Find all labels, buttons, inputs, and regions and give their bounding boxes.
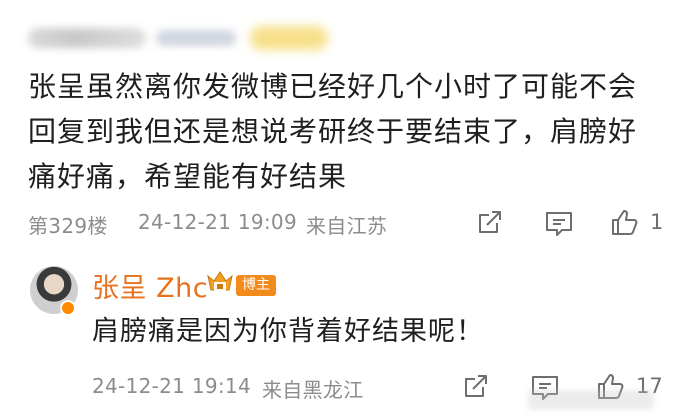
comment-time: 24-12-21 19:09: [138, 210, 297, 234]
like-icon[interactable]: [610, 207, 640, 237]
reply-author-name[interactable]: 张呈 Zhc: [92, 266, 208, 305]
comment-floor: 第329楼: [28, 214, 108, 238]
comment-text: 张呈虽然离你发微博已经好几个小时了可能不会 回复到我但还是想说考研终于要结束了，…: [28, 64, 668, 199]
reply-location: 来自黑龙江: [262, 378, 364, 402]
comment-location: 来自江苏: [306, 214, 388, 238]
comment-text-line: 回复到我但还是想说考研终于要结束了，肩膀好: [28, 115, 638, 148]
comment-text-line: 痛好痛，希望能有好结果: [28, 160, 348, 193]
share-icon[interactable]: [462, 372, 490, 400]
comment-icon[interactable]: [544, 210, 574, 238]
comment-text-line: 张呈虽然离你发微博已经好几个小时了可能不会: [28, 70, 638, 103]
crown-icon: [205, 268, 235, 300]
comment-like-count: 1: [650, 210, 664, 234]
reply-time: 24-12-21 19:14: [92, 374, 251, 398]
host-badge: 博主: [236, 275, 276, 296]
verified-badge-icon: [60, 300, 76, 316]
reply-text: 肩膀痛是因为你背着好结果呢！: [92, 316, 484, 347]
watermark: [528, 390, 654, 410]
blurred-username: [28, 24, 328, 54]
share-icon[interactable]: [476, 208, 504, 236]
